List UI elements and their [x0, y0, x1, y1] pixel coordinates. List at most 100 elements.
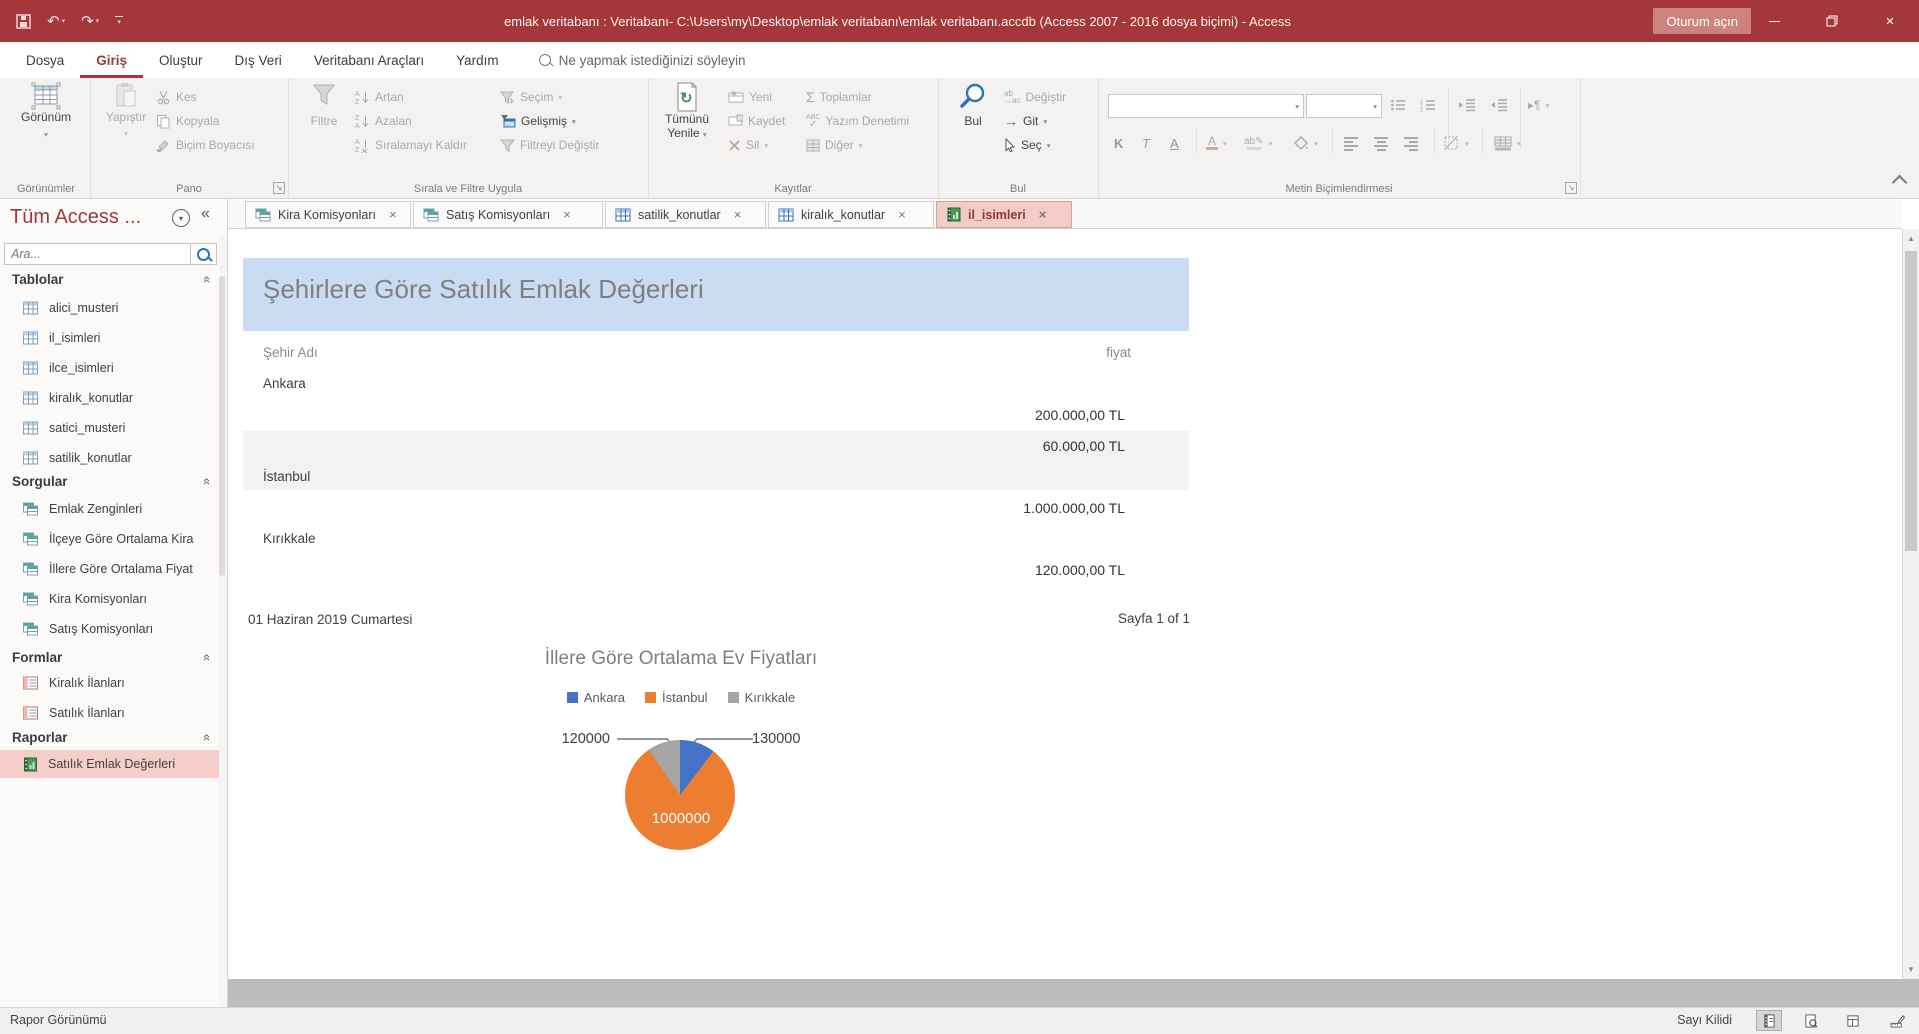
tab-dosya[interactable]: Dosya — [10, 42, 80, 78]
save-icon[interactable] — [16, 14, 31, 29]
doc-tab-kiralik-konutlar[interactable]: kiralık_konutlar× — [768, 201, 934, 228]
collapse-ribbon-icon[interactable] — [1892, 175, 1908, 191]
section-tables[interactable]: Tablolar — [12, 267, 64, 291]
format-painter-button[interactable]: Biçim Boyacısı — [156, 134, 255, 156]
minimize-button[interactable] — [1745, 0, 1803, 42]
selection-filter-button[interactable]: Seçim▾ — [500, 86, 562, 108]
font-size-combobox[interactable]: ▾ — [1306, 94, 1382, 118]
filter-button[interactable]: Filtre — [300, 82, 348, 128]
vertical-scrollbar-thumb[interactable] — [1905, 251, 1917, 551]
numbered-list-button[interactable]: 123 — [1420, 94, 1436, 116]
select-button[interactable]: Seç▾ — [1004, 134, 1050, 156]
close-tab-icon[interactable]: × — [389, 207, 397, 222]
nav-item-kira-komisyonlari[interactable]: Kira Komisyonları — [0, 585, 220, 613]
sort-descending-button[interactable]: ZA Azalan — [354, 110, 412, 132]
toggle-filter-button[interactable]: Filtreyi Değiştir — [500, 134, 599, 156]
spelling-button[interactable]: ABC✓ Yazım Denetimi — [806, 110, 909, 132]
bold-button[interactable]: K — [1114, 132, 1123, 154]
close-button[interactable]: × — [1861, 0, 1919, 42]
totals-button[interactable]: Σ Toplamlar — [806, 86, 872, 108]
section-forms[interactable]: Formlar — [12, 645, 62, 669]
scroll-down-icon[interactable]: ▼ — [1903, 965, 1919, 974]
nav-scrollbar-thumb[interactable] — [219, 276, 225, 576]
section-queries[interactable]: Sorgular — [12, 469, 68, 493]
align-right-button[interactable] — [1404, 132, 1418, 154]
more-records-button[interactable]: Diğer▾ — [806, 134, 862, 156]
gridlines-button[interactable]: ▾ — [1444, 132, 1469, 154]
nav-item-satilik-emlak-degerleri[interactable]: Satılık Emlak Değerleri — [0, 750, 220, 778]
doc-tab-kira-komisyonlari[interactable]: Kira Komisyonları× — [245, 201, 411, 228]
doc-tab-satilik-konutlar[interactable]: satilik_konutlar× — [605, 201, 766, 228]
save-record-button[interactable]: Kaydet — [728, 110, 785, 132]
nav-search-input[interactable] — [5, 244, 203, 264]
nav-item-satilik-ilanlari[interactable]: Satılık İlanları — [0, 699, 220, 727]
tab-dis-veri[interactable]: Dış Veri — [219, 42, 298, 78]
nav-item-satilik-konutlar[interactable]: satilik_konutlar — [0, 444, 220, 472]
underline-button[interactable]: A — [1170, 132, 1179, 154]
design-view-button[interactable] — [1884, 1010, 1910, 1031]
doc-tab-satis-komisyonlari[interactable]: Satış Komisyonları× — [413, 201, 603, 228]
section-reports[interactable]: Raporlar — [12, 725, 68, 749]
close-tab-icon[interactable]: × — [563, 207, 571, 222]
nav-item-kiralik-ilanlari[interactable]: Kiralık İlanları — [0, 669, 220, 697]
undo-icon[interactable]: ↶▾ — [47, 12, 65, 30]
paste-button[interactable]: Yapıştır ▾ — [100, 82, 152, 138]
collapse-pane-icon[interactable]: « — [201, 205, 210, 223]
nav-pane-title[interactable]: Tüm Access ... — [10, 206, 141, 229]
increase-indent-button[interactable] — [1458, 94, 1476, 116]
nav-item-alici-musteri[interactable]: alici_musteri — [0, 294, 220, 322]
nav-item-il-isimleri[interactable]: il_isimleri — [0, 324, 220, 352]
tab-giris[interactable]: Giriş — [80, 42, 143, 78]
close-tab-icon[interactable]: × — [898, 207, 906, 222]
view-button[interactable]: Görünüm ▾ — [16, 82, 76, 139]
section-collapse-icon[interactable]: « — [198, 267, 218, 291]
doc-tab-il-isimleri[interactable]: il_isimleri× — [936, 201, 1072, 228]
close-tab-icon[interactable]: × — [734, 207, 742, 222]
nav-item-ilce-isimleri[interactable]: ilce_isimleri — [0, 354, 220, 382]
fill-color-button[interactable]: ▾ — [1294, 132, 1318, 154]
copy-button[interactable]: Kopyala — [156, 110, 219, 132]
advanced-filter-button[interactable]: ... Gelişmiş▾ — [500, 110, 576, 132]
section-collapse-icon[interactable]: « — [198, 725, 218, 749]
font-name-combobox[interactable]: ▾ — [1108, 94, 1304, 118]
section-collapse-icon[interactable]: « — [198, 645, 218, 669]
close-tab-icon[interactable]: × — [1039, 207, 1047, 222]
redo-icon[interactable]: ↷▾ — [81, 12, 99, 30]
section-collapse-icon[interactable]: « — [198, 469, 218, 493]
new-record-button[interactable]: ✱ Yeni — [728, 86, 772, 108]
sort-ascending-button[interactable]: AZ Artan — [354, 86, 404, 108]
replace-button[interactable]: ab→ac Değiştir — [1004, 86, 1066, 108]
layout-view-button[interactable] — [1840, 1010, 1866, 1031]
tab-veritabani-araclari[interactable]: Veritabanı Araçları — [298, 42, 440, 78]
find-button[interactable]: Bul — [950, 82, 996, 128]
tab-olustur[interactable]: Oluştur — [143, 42, 219, 78]
nav-item-satici-musteri[interactable]: satici_musteri — [0, 414, 220, 442]
font-color-button[interactable]: A▾ — [1206, 132, 1227, 154]
tell-me-search[interactable]: Ne yapmak istediğinizi söyleyin — [539, 42, 746, 78]
italic-button[interactable]: T — [1142, 132, 1150, 154]
paragraph-marks-button[interactable]: ▸¶▾ — [1528, 94, 1549, 116]
customize-qat-icon[interactable]: ▾ — [115, 16, 123, 26]
horizontal-scroll-band[interactable] — [228, 979, 1919, 1007]
nav-pane-menu-icon[interactable]: ▾ — [172, 209, 190, 227]
remove-sort-button[interactable]: AZ Sıralamayı Kaldır — [354, 134, 467, 156]
nav-item-emlak-zenginleri[interactable]: Emlak Zenginleri — [0, 495, 220, 523]
sign-in-button[interactable]: Oturum açın — [1653, 8, 1751, 34]
decrease-indent-button[interactable] — [1490, 94, 1508, 116]
cut-button[interactable]: Kes — [156, 86, 197, 108]
nav-scrollbar[interactable] — [219, 236, 226, 1006]
highlight-color-button[interactable]: ab✎▾ — [1244, 132, 1272, 154]
nav-item-illere-gore-ortalama-fiyat[interactable]: İllere Göre Ortalama Fiyat — [0, 555, 220, 583]
nav-item-satis-komisyonlari[interactable]: Satış Komisyonları — [0, 615, 220, 643]
print-preview-button[interactable] — [1798, 1010, 1824, 1031]
vertical-scrollbar[interactable]: ▲ ▼ — [1902, 229, 1919, 979]
goto-button[interactable]: → Git▾ — [1004, 110, 1047, 132]
scroll-up-icon[interactable]: ▲ — [1903, 234, 1919, 243]
alternate-row-color-button[interactable]: ▾ — [1494, 132, 1521, 154]
delete-record-button[interactable]: Sil▾ — [728, 134, 768, 156]
report-view-button[interactable] — [1756, 1010, 1782, 1031]
tab-yardim[interactable]: Yardım — [440, 42, 515, 78]
restore-button[interactable] — [1803, 0, 1861, 42]
align-center-button[interactable] — [1374, 132, 1388, 154]
bullet-list-button[interactable] — [1390, 94, 1406, 116]
